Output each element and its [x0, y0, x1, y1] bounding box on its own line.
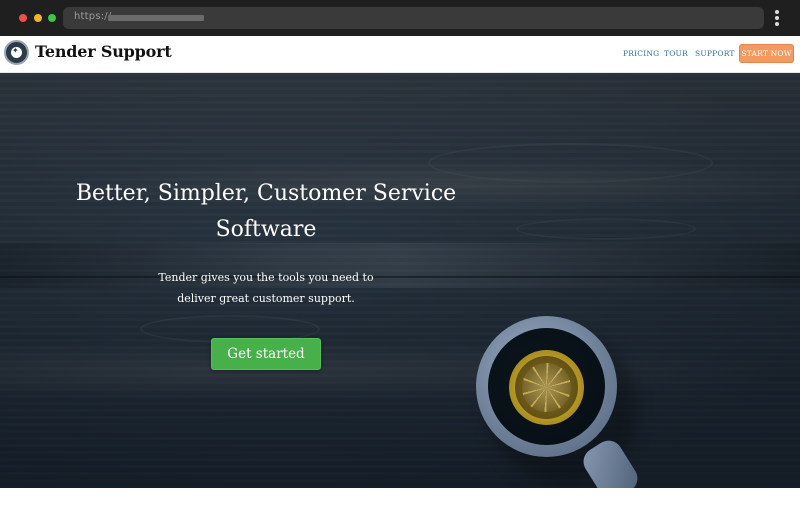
masked-url: [108, 15, 204, 21]
hero-subtitle: Tender gives you the tools you need to d…: [158, 271, 374, 305]
hero-title: Better, Simpler, Customer Service Softwa…: [75, 181, 457, 242]
get-started-button[interactable]: Get started: [211, 338, 321, 370]
start-now-button[interactable]: START NOW: [739, 44, 794, 63]
nav-pricing-link[interactable]: PRICING: [623, 49, 659, 58]
maximize-window-dot[interactable]: [48, 14, 56, 22]
url-prefix: https://: [74, 11, 112, 22]
vertical-dots-icon[interactable]: [775, 10, 780, 27]
lemon-segments: [522, 363, 571, 412]
tea-cup-image: [476, 316, 643, 488]
nav-tour-link[interactable]: TOUR: [664, 49, 688, 58]
site-navbar: ✦ Tender Support PRICING TOUR SUPPORT ST…: [0, 36, 800, 73]
address-bar[interactable]: https://: [63, 7, 764, 29]
lemon-slice: [509, 350, 584, 425]
hero-section: Better, Simpler, Customer Service Softwa…: [0, 73, 800, 488]
nav-support-link[interactable]: SUPPORT: [695, 49, 735, 58]
tender-logo-icon[interactable]: ✦: [4, 40, 29, 65]
hero-overlay: [0, 73, 800, 488]
brand-name[interactable]: Tender Support: [35, 42, 172, 61]
browser-chrome: https://: [0, 0, 800, 36]
logo-mark: ✦: [12, 46, 19, 55]
minimize-window-dot[interactable]: [34, 14, 42, 22]
page-content-start: [0, 488, 800, 524]
tea-surface: [488, 328, 605, 445]
close-window-dot[interactable]: [19, 14, 27, 22]
